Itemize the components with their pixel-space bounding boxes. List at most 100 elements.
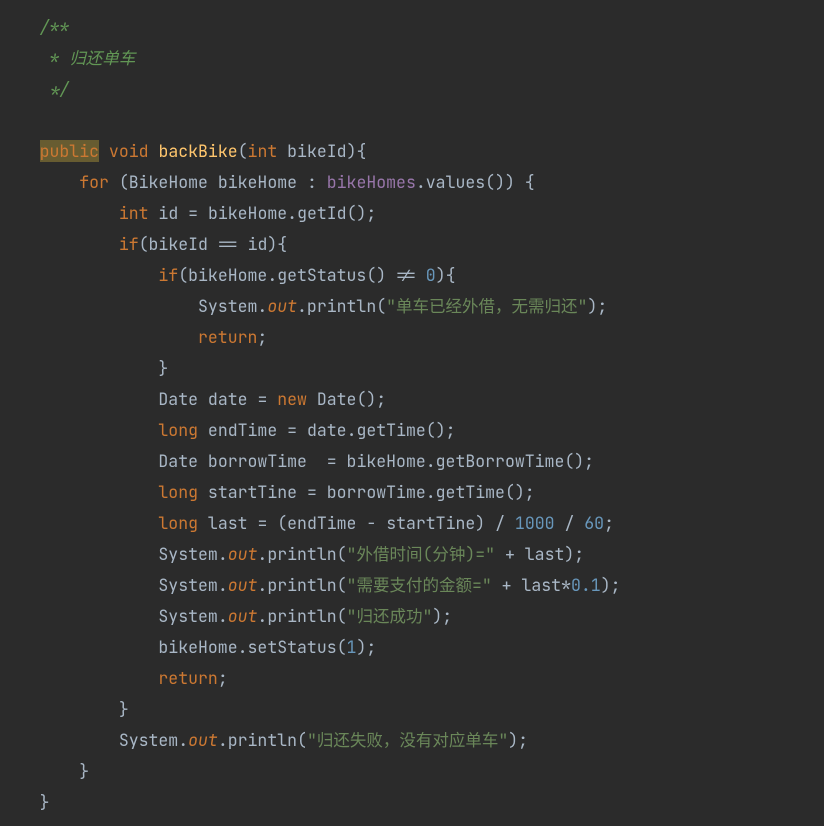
var: startTine <box>386 512 475 534</box>
var: last <box>208 512 248 534</box>
paren: ( <box>485 171 495 193</box>
op: / <box>495 512 505 534</box>
dot: . <box>178 729 188 751</box>
paren: ) <box>564 543 574 565</box>
code-line: } <box>0 791 50 813</box>
var: bikeId <box>149 233 208 255</box>
field-out: out <box>228 574 258 596</box>
paren: ( <box>376 295 386 317</box>
paren: ( <box>426 419 436 441</box>
keyword-void: void <box>109 140 149 162</box>
comment-open: /** <box>40 16 70 38</box>
code-line: bikeHome.setStatus(1); <box>0 636 376 658</box>
eq: = <box>287 419 297 441</box>
keyword-long: long <box>158 512 198 534</box>
dot: . <box>238 636 248 658</box>
semi: ; <box>611 574 621 596</box>
paren: ( <box>366 264 376 286</box>
keyword-return: return <box>198 326 257 348</box>
brace: } <box>119 698 129 720</box>
eq: = <box>257 512 267 534</box>
var: bikeHome <box>188 264 267 286</box>
paren: ) <box>436 264 446 286</box>
keyword-new: new <box>277 388 307 410</box>
colon: : <box>307 171 317 193</box>
number: 0.1 <box>571 574 601 596</box>
code-line: } <box>0 760 89 782</box>
string: "单车已经外借，无需归还" <box>386 295 587 317</box>
var: endTime <box>208 419 277 441</box>
code-line: System.out.println("单车已经外借，无需归还"); <box>0 295 607 317</box>
semi: ; <box>574 543 584 565</box>
brace: { <box>446 264 456 286</box>
code-line: Date borrowTime = bikeHome.getBorrowTime… <box>0 450 594 472</box>
dot: . <box>267 264 277 286</box>
code-line: long startTine = borrowTime.getTime(); <box>0 481 535 503</box>
op: - <box>366 512 376 534</box>
class: System <box>158 543 217 565</box>
op: + <box>502 574 512 596</box>
paren: ) <box>347 140 357 162</box>
keyword-public: public <box>40 140 99 162</box>
eq: = <box>327 450 337 472</box>
paren: ( <box>356 388 366 410</box>
paren: ( <box>277 512 287 534</box>
var: borrowTime <box>208 450 307 472</box>
code-line: public void backBike(int bikeId){ <box>0 140 366 162</box>
var: date <box>307 419 347 441</box>
dot: . <box>416 171 426 193</box>
code-line: } <box>0 357 168 379</box>
dot: . <box>347 419 357 441</box>
code-line: return; <box>0 667 228 689</box>
semi: ; <box>597 295 607 317</box>
paren: ( <box>139 233 149 255</box>
dot: . <box>297 295 307 317</box>
field-out: out <box>188 729 218 751</box>
semi: ; <box>366 202 376 224</box>
code-line: Date date = new Date(); <box>0 388 386 410</box>
paren: ( <box>178 264 188 286</box>
var: startTine <box>208 481 297 503</box>
semi: ; <box>518 729 528 751</box>
semi: ; <box>218 667 228 689</box>
code-line: int id = bikeHome.getId(); <box>0 202 376 224</box>
dot: . <box>257 574 267 596</box>
paren: ( <box>564 450 574 472</box>
method-name: backBike <box>158 140 237 162</box>
semi: ; <box>604 512 614 534</box>
var: last <box>525 543 565 565</box>
class: System <box>198 295 257 317</box>
code-line: System.out.println("归还成功"); <box>0 605 452 627</box>
type: Date <box>317 388 357 410</box>
type: BikeHome <box>129 171 208 193</box>
class: System <box>158 574 217 596</box>
dot: . <box>257 543 267 565</box>
type: Date <box>158 388 198 410</box>
number: 1000 <box>515 512 555 534</box>
paren: ( <box>337 574 347 596</box>
paren: ( <box>297 729 307 751</box>
semi: ; <box>257 326 267 348</box>
op: == <box>218 233 238 255</box>
semi: ; <box>525 481 535 503</box>
eq: = <box>188 202 198 224</box>
var: id <box>248 233 268 255</box>
var: bikeHome <box>347 450 426 472</box>
brace: } <box>79 760 89 782</box>
brace: } <box>40 791 50 813</box>
paren: ( <box>337 543 347 565</box>
dot: . <box>257 605 267 627</box>
code-line: System.out.println("归还失败，没有对应单车"); <box>0 729 528 751</box>
call: setStatus <box>248 636 337 658</box>
paren: ) <box>505 171 515 193</box>
call: getBorrowTime <box>436 450 565 472</box>
var: endTime <box>287 512 356 534</box>
call: getTime <box>436 481 505 503</box>
param: bikeId <box>287 140 346 162</box>
code-editor[interactable]: /** * 归还单车 */ public void backBike(int b… <box>0 0 824 818</box>
paren: ) <box>495 171 505 193</box>
brace: { <box>525 171 535 193</box>
paren: ) <box>508 729 518 751</box>
comment-close: */ <box>40 78 70 100</box>
var: bikeHome <box>158 636 237 658</box>
